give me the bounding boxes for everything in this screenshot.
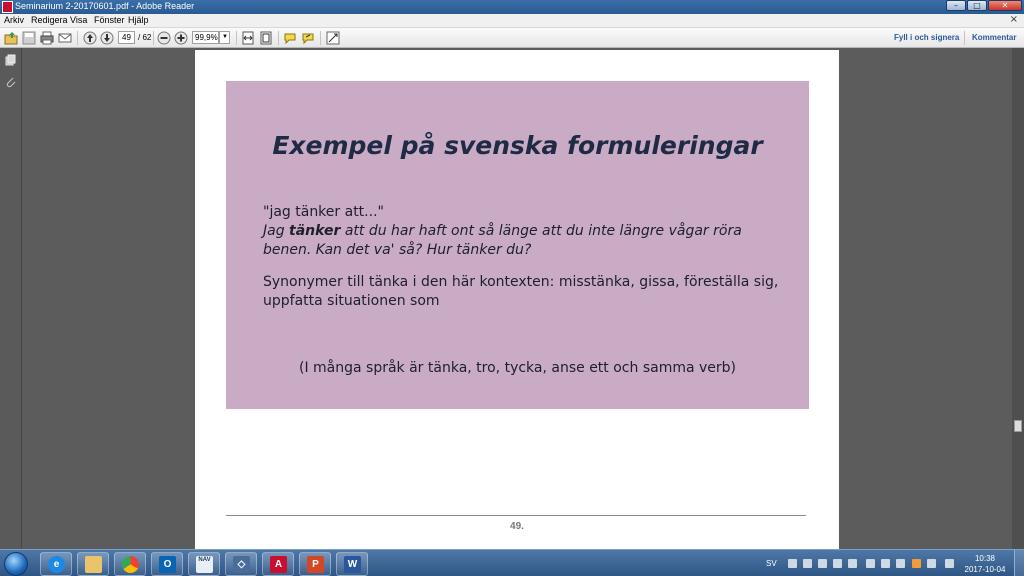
start-button[interactable]	[4, 552, 28, 576]
attachments-icon[interactable]	[5, 76, 17, 88]
footer-divider	[226, 515, 806, 516]
clock-date: 2017-10-04	[964, 565, 1006, 574]
page-thumbnails-icon[interactable]	[5, 54, 17, 66]
close-document-icon[interactable]: ×	[1010, 14, 1018, 25]
menu-bar: Arkiv Redigera Visa Fönster Hjälp ×	[0, 14, 1024, 28]
comment-button[interactable]: Kommentar	[972, 33, 1016, 42]
slide-title: Exempel på svenska formuleringar	[272, 131, 763, 160]
close-button[interactable]: ✕	[988, 0, 1022, 11]
window-title: Seminarium 2-20170601.pdf - Adobe Reader	[15, 1, 195, 11]
tray-network-icon[interactable]	[818, 559, 827, 568]
tools-icon[interactable]	[326, 31, 340, 45]
taskbar-internet-explorer[interactable]: e	[40, 552, 72, 576]
tray-update-icon[interactable]	[912, 559, 921, 568]
zoom-input[interactable]: 99,9%	[192, 31, 219, 44]
print-icon[interactable]	[40, 31, 54, 45]
page-total: / 62	[138, 33, 152, 42]
internet-explorer-icon: e	[48, 556, 65, 573]
window-controls: – □ ✕	[945, 0, 1022, 12]
volume-icon[interactable]	[945, 559, 954, 568]
tray-keyboard-icon[interactable]	[788, 559, 797, 568]
slide: Exempel på svenska formuleringar "jag tä…	[226, 81, 809, 409]
tray-shield-icon[interactable]	[833, 559, 842, 568]
comment-icon[interactable]	[283, 31, 297, 45]
taskbar-chrome[interactable]	[114, 552, 146, 576]
document-area[interactable]: Exempel på svenska formuleringar "jag tä…	[22, 48, 1012, 549]
tray-app-icon[interactable]	[803, 559, 812, 568]
adobe-reader-icon	[2, 1, 13, 13]
title-bar: Seminarium 2-20170601.pdf - Adobe Reader…	[0, 0, 1024, 14]
toolbar-separator	[77, 31, 78, 45]
scrollbar-thumb[interactable]	[1014, 420, 1022, 432]
open-icon[interactable]	[4, 31, 18, 45]
toolbar: 49 / 62 99,9% ▼ Fyll i och signera Komme…	[0, 28, 1024, 48]
toolbar-separator	[278, 31, 279, 45]
nav-icon: NAV	[196, 556, 213, 573]
zoom-in-icon[interactable]	[174, 31, 188, 45]
menu-redigera[interactable]: Redigera	[31, 15, 68, 25]
show-desktop-button[interactable]	[1014, 550, 1024, 576]
tray-flag-icon[interactable]	[848, 559, 857, 568]
highlight-icon[interactable]	[301, 31, 315, 45]
example-bold-word: tänker	[289, 223, 341, 239]
menu-visa[interactable]: Visa	[70, 15, 87, 25]
outlook-icon: O	[159, 556, 176, 573]
adobe-reader-icon: A	[270, 556, 287, 573]
toolbar-separator	[153, 31, 154, 45]
slide-body: "jag tänker att..." Jag tänker att du ha…	[263, 203, 783, 311]
menu-hjalp[interactable]: Hjälp	[128, 15, 149, 25]
taskbar-app-diamond[interactable]: ◇	[225, 552, 257, 576]
diamond-app-icon: ◇	[233, 556, 250, 573]
synonyms-text: Synonymer till tänka i den här kontexten…	[263, 274, 779, 309]
prev-page-icon[interactable]	[83, 31, 97, 45]
minimize-button[interactable]: –	[946, 0, 966, 11]
powerpoint-icon: P	[307, 556, 324, 573]
email-icon[interactable]	[58, 31, 72, 45]
taskbar-adobe-reader[interactable]: A	[262, 552, 294, 576]
maximize-button[interactable]: □	[967, 0, 987, 11]
page-number: 49.	[510, 521, 524, 532]
quote-text: "jag tänker att..."	[263, 204, 384, 220]
taskbar: e O NAV ◇ A P W SV 10:38 2017-10-04	[0, 549, 1024, 576]
navigation-pane	[0, 48, 22, 549]
clock[interactable]: 10:38 2017-10-04	[962, 553, 1008, 575]
taskbar-nav[interactable]: NAV	[188, 552, 220, 576]
tray-media-icon[interactable]	[896, 559, 905, 568]
toolbar-separator	[236, 31, 237, 45]
taskbar-powerpoint[interactable]: P	[299, 552, 331, 576]
tray-bluetooth-icon[interactable]	[866, 559, 875, 568]
vertical-scrollbar[interactable]	[1012, 48, 1024, 549]
taskbar-word[interactable]: W	[336, 552, 368, 576]
fit-page-icon[interactable]	[259, 31, 273, 45]
language-indicator[interactable]: SV	[766, 559, 777, 568]
next-page-icon[interactable]	[100, 31, 114, 45]
fill-and-sign-button[interactable]: Fyll i och signera	[894, 33, 959, 42]
folder-icon	[85, 556, 102, 573]
save-icon[interactable]	[22, 31, 36, 45]
menu-arkiv[interactable]: Arkiv	[4, 15, 24, 25]
example-start: Jag	[263, 223, 290, 239]
word-icon: W	[344, 556, 361, 573]
clock-time: 10:38	[974, 554, 996, 563]
tray-power-icon[interactable]	[927, 559, 936, 568]
zoom-dropdown-icon[interactable]: ▼	[219, 31, 230, 44]
chrome-icon	[122, 556, 139, 573]
taskbar-outlook[interactable]: O	[151, 552, 183, 576]
zoom-out-icon[interactable]	[157, 31, 171, 45]
page-number-input[interactable]: 49	[118, 31, 135, 44]
toolbar-separator	[964, 31, 965, 45]
menu-fonster[interactable]: Fönster	[94, 15, 125, 25]
slide-note: (I många språk är tänka, tro, tycka, ans…	[298, 360, 737, 376]
example-text: Jag tänker att du har haft ont så länge …	[263, 222, 783, 260]
toolbar-separator	[320, 31, 321, 45]
fit-width-icon[interactable]	[241, 31, 255, 45]
pdf-page: Exempel på svenska formuleringar "jag tä…	[195, 50, 839, 549]
taskbar-file-explorer[interactable]	[77, 552, 109, 576]
tray-display-icon[interactable]	[881, 559, 890, 568]
